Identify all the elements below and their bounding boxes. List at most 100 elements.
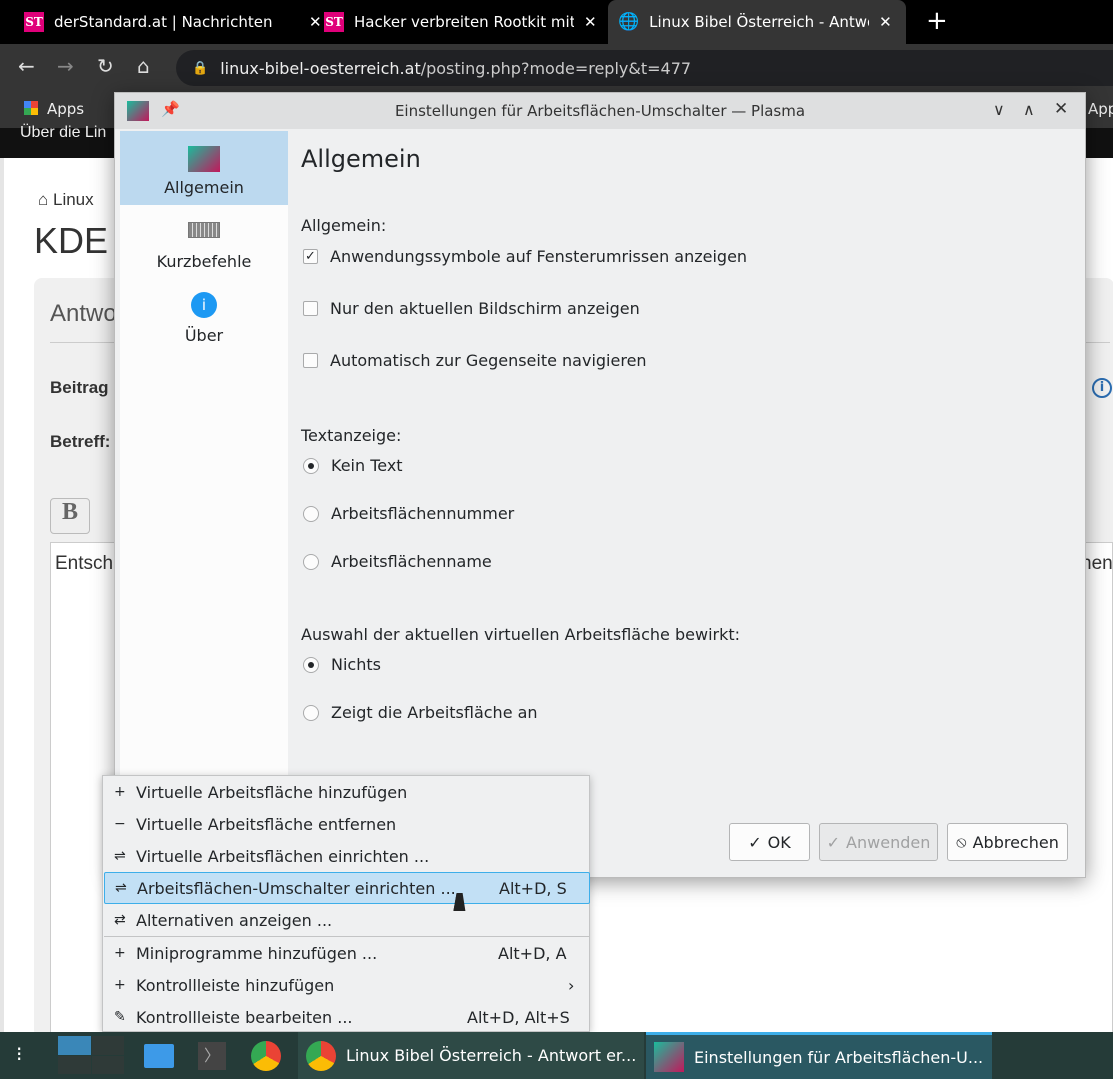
checkbox-wrap-around[interactable]: Automatisch zur Gegenseite navigieren: [303, 351, 647, 370]
menu-item-configure-desktops[interactable]: ⇌ Virtuelle Arbeitsflächen einrichten ...: [104, 840, 590, 872]
shortcut: Alt+D, S: [499, 878, 567, 898]
close-tab-icon[interactable]: ✕: [879, 13, 892, 31]
radio-checked[interactable]: [303, 457, 319, 474]
menu-item-remove-desktop[interactable]: − Virtuelle Arbeitsfläche entfernen: [104, 808, 590, 840]
terminal-icon[interactable]: 〉: [198, 1042, 226, 1070]
tab-bar: ST derStandard.at | Nachrichten ✕ ST Hac…: [0, 0, 1113, 44]
sidebar-item-label: Über: [184, 326, 224, 345]
address-bar[interactable]: 🔒 linux-bibel-oesterreich.at/posting.php…: [176, 50, 1113, 86]
radio[interactable]: [303, 553, 319, 570]
ok-button[interactable]: ✓ OK: [729, 823, 810, 861]
app-icon: [127, 101, 149, 121]
apply-button[interactable]: ✓ Anwenden: [819, 823, 938, 861]
sidebar-item-ueber[interactable]: i Über: [120, 279, 288, 353]
radio-checked[interactable]: [303, 656, 319, 673]
plus-icon: +: [114, 977, 126, 993]
dialog-content: Allgemein Allgemein: ✓ Anwendungssymbole …: [289, 131, 1084, 871]
group-label: Textanzeige:: [301, 426, 402, 445]
minimize-icon[interactable]: ∨: [993, 100, 1005, 119]
workspace-switcher-icon: [654, 1042, 684, 1072]
radio-desktop-number[interactable]: Arbeitsflächennummer: [303, 504, 514, 523]
close-icon[interactable]: ✕: [1054, 99, 1068, 119]
apps-bookmark-right[interactable]: App: [1088, 100, 1113, 118]
check-icon: ✓: [748, 832, 762, 852]
globe-icon: 🌐: [618, 12, 640, 32]
plus-icon: +: [114, 945, 126, 961]
menu-item-configure-pager[interactable]: ⇌ Arbeitsflächen-Umschalter einrichten ..…: [104, 872, 590, 904]
bold-button[interactable]: B: [50, 498, 90, 534]
textarea-text: Entsch: [55, 553, 114, 574]
breadcrumb[interactable]: ⌂ Linux: [38, 190, 94, 210]
pencil-icon: ✎: [114, 1009, 126, 1025]
radio-desktop-name[interactable]: Arbeitsflächenname: [303, 552, 492, 571]
radio-no-text[interactable]: Kein Text: [303, 456, 403, 475]
cancel-button[interactable]: ⦸ Abbrechen: [947, 823, 1068, 861]
derstandard-favicon: ST: [324, 12, 344, 32]
tab-linux-bibel[interactable]: 🌐 Linux Bibel Österreich - Antwort ✕: [608, 0, 906, 44]
checkbox-show-icons[interactable]: ✓ Anwendungssymbole auf Fensterumrissen a…: [303, 247, 747, 266]
sidebar-item-allgemein[interactable]: Allgemein: [120, 131, 288, 205]
tab-hacker[interactable]: ST Hacker verbreiten Rootkit mit ✕: [314, 0, 607, 44]
submenu-arrow-icon: ›: [568, 975, 575, 995]
shortcut: Alt+D, Alt+S: [467, 1007, 570, 1027]
workspace-switcher-icon: [188, 146, 220, 172]
configure-icon: ⇌: [114, 848, 126, 864]
close-tab-icon[interactable]: ✕: [584, 13, 597, 31]
chrome-icon: [306, 1040, 336, 1071]
derstandard-favicon: ST: [24, 12, 44, 32]
dialog-titlebar[interactable]: 📌 Einstellungen für Arbeitsflächen-Umsch…: [115, 93, 1085, 129]
plus-icon: +: [114, 784, 126, 800]
maximize-icon[interactable]: ∧: [1023, 100, 1035, 119]
pager[interactable]: [58, 1036, 124, 1074]
pin-icon[interactable]: 📌: [161, 100, 180, 118]
file-manager-icon[interactable]: [144, 1044, 174, 1068]
radio[interactable]: [303, 704, 319, 721]
tab-derstandard[interactable]: ST derStandard.at | Nachrichten ✕: [14, 0, 332, 44]
apps-bookmark[interactable]: Apps: [47, 100, 84, 118]
top-nav-text[interactable]: Über die Lin: [20, 124, 106, 142]
sidebar-item-label: Kurzbefehle: [156, 252, 252, 271]
info-icon[interactable]: i: [1092, 378, 1112, 398]
task-browser[interactable]: Linux Bibel Österreich - Antwort er...: [298, 1032, 644, 1079]
reload-icon[interactable]: ↻: [97, 54, 114, 78]
panel-title: Antwo: [50, 300, 117, 327]
task-label: Linux Bibel Österreich - Antwort er...: [346, 1046, 637, 1065]
check-icon: ✓: [826, 832, 841, 852]
page-title: Allgemein: [301, 145, 421, 173]
task-settings[interactable]: Einstellungen für Arbeitsflächen-U...: [646, 1032, 992, 1079]
app-launcher-icon[interactable]: ⁝: [16, 1042, 22, 1066]
radio[interactable]: [303, 505, 319, 522]
minus-icon: −: [114, 816, 126, 832]
info-icon: i: [191, 292, 217, 318]
url-domain: linux-bibel-oesterreich.at: [220, 58, 421, 78]
menu-item-add-panel[interactable]: + Kontrollleiste hinzufügen ›: [104, 969, 590, 1001]
settings-dialog: 📌 Einstellungen für Arbeitsflächen-Umsch…: [114, 92, 1086, 878]
tab-title: Hacker verbreiten Rootkit mit: [354, 13, 574, 31]
sidebar-item-kurzbefehle[interactable]: Kurzbefehle: [120, 205, 288, 279]
url-path: /posting.php?mode=reply&t=477: [420, 58, 692, 78]
dialog-sidebar: Allgemein Kurzbefehle i Über: [120, 131, 288, 871]
lock-icon: 🔒: [192, 60, 209, 76]
chrome-icon[interactable]: [251, 1041, 281, 1071]
checkbox-checked[interactable]: ✓: [303, 249, 318, 264]
field-label: Beitrag: [50, 378, 109, 397]
configure-icon: ⇌: [115, 880, 127, 896]
forward-icon[interactable]: →: [57, 54, 74, 78]
radio-show-desktop[interactable]: Zeigt die Arbeitsfläche an: [303, 703, 538, 722]
menu-item-edit-panel[interactable]: ✎ Kontrollleiste bearbeiten ... Alt+D, Alt…: [104, 1001, 590, 1033]
checkbox[interactable]: [303, 301, 318, 316]
group-label: Allgemein:: [301, 216, 387, 235]
home-icon[interactable]: ⌂: [137, 54, 150, 78]
checkbox[interactable]: [303, 353, 318, 368]
back-icon[interactable]: ←: [18, 54, 35, 78]
menu-item-add-widgets[interactable]: + Miniprogramme hinzufügen ... Alt+D, A: [104, 937, 590, 969]
cancel-icon: ⦸: [956, 832, 967, 851]
shortcut: Alt+D, A: [498, 943, 567, 963]
menu-item-add-desktop[interactable]: + Virtuelle Arbeitsfläche hinzufügen: [104, 776, 590, 808]
radio-nothing[interactable]: Nichts: [303, 655, 381, 674]
checkbox-current-screen[interactable]: Nur den aktuellen Bildschirm anzeigen: [303, 299, 640, 318]
apps-grid-icon: [24, 101, 38, 115]
new-tab-button[interactable]: +: [926, 6, 948, 36]
sidebar-item-label: Allgemein: [164, 178, 244, 197]
menu-item-alternatives[interactable]: ⇄ Alternativen anzeigen ...: [104, 904, 590, 936]
